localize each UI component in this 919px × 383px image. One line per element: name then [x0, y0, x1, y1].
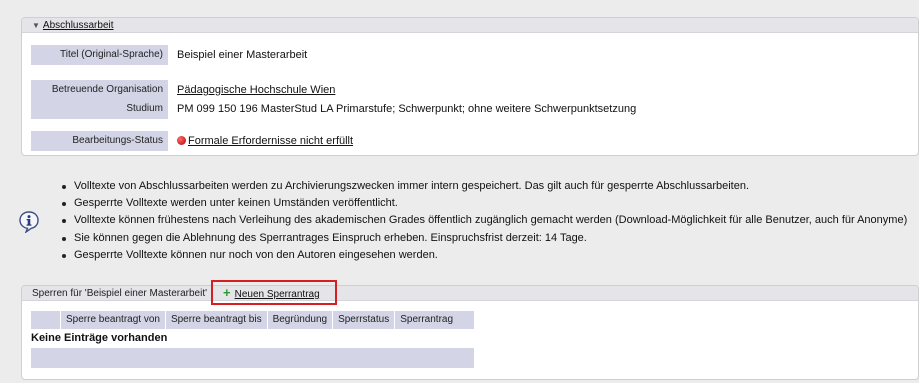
empty-table-message: Keine Einträge vorhanden: [31, 332, 168, 344]
status-error-icon: [177, 136, 186, 145]
thesis-panel: ▼ Abschlussarbeit Titel (Original-Sprache…: [21, 17, 919, 156]
thesis-section-title[interactable]: Abschlussarbeit: [43, 20, 114, 31]
column-header-reason[interactable]: Begründung: [268, 311, 334, 329]
new-lock-request-button[interactable]: + Neuen Sperrantrag: [211, 280, 337, 305]
locks-table-footer: [31, 348, 474, 368]
field-label-title: Titel (Original-Sprache): [31, 45, 168, 65]
field-value-studium: PM 099 150 196 MasterStud LA Primarstufe…: [177, 103, 637, 115]
info-item: Gesperrte Volltexte können nur noch von …: [62, 247, 907, 264]
thesis-panel-header[interactable]: ▼ Abschlussarbeit: [22, 18, 918, 33]
info-icon: [19, 211, 39, 233]
field-label-studium: Studium: [31, 99, 168, 119]
locks-table-header: Sperre beantragt von Sperre beantragt bi…: [31, 311, 474, 329]
column-header-requested-by[interactable]: Sperre beantragt von: [61, 311, 166, 329]
info-item: Volltexte von Abschlussarbeiten werden z…: [62, 178, 907, 195]
new-lock-request-label[interactable]: Neuen Sperrantrag: [235, 289, 320, 300]
collapse-caret-icon[interactable]: ▼: [32, 21, 40, 30]
field-value-status-wrap: Formale Erfordernisse nicht erfüllt: [177, 131, 353, 151]
locks-section-title: Sperren für 'Beispiel einer Masterarbeit…: [32, 288, 208, 299]
info-item: Sie können gegen die Ablehnung des Sperr…: [62, 230, 907, 247]
organisation-link[interactable]: Pädagogische Hochschule Wien: [177, 84, 335, 96]
field-value-title: Beispiel einer Masterarbeit: [177, 49, 308, 61]
status-link[interactable]: Formale Erfordernisse nicht erfüllt: [188, 135, 353, 147]
info-item: Volltexte können frühestens nach Verleih…: [62, 212, 907, 229]
locks-panel: Sperren für 'Beispiel einer Masterarbeit…: [21, 280, 919, 380]
info-item: Gesperrte Volltexte werden unter keinen …: [62, 195, 907, 212]
column-header-request[interactable]: Sperrantrag: [395, 311, 458, 329]
field-label-organisation: Betreuende Organisation: [31, 80, 168, 100]
field-value-organisation-wrap: Pädagogische Hochschule Wien: [177, 80, 335, 100]
column-header-blank: [31, 311, 61, 329]
column-header-requested-until[interactable]: Sperre beantragt bis: [166, 311, 268, 329]
column-header-status[interactable]: Sperrstatus: [333, 311, 396, 329]
plus-icon: +: [223, 285, 231, 300]
field-label-status: Bearbeitungs-Status: [31, 131, 168, 151]
info-list: Volltexte von Abschlussarbeiten werden z…: [62, 178, 907, 264]
locks-panel-header: Sperren für 'Beispiel einer Masterarbeit…: [22, 280, 918, 305]
